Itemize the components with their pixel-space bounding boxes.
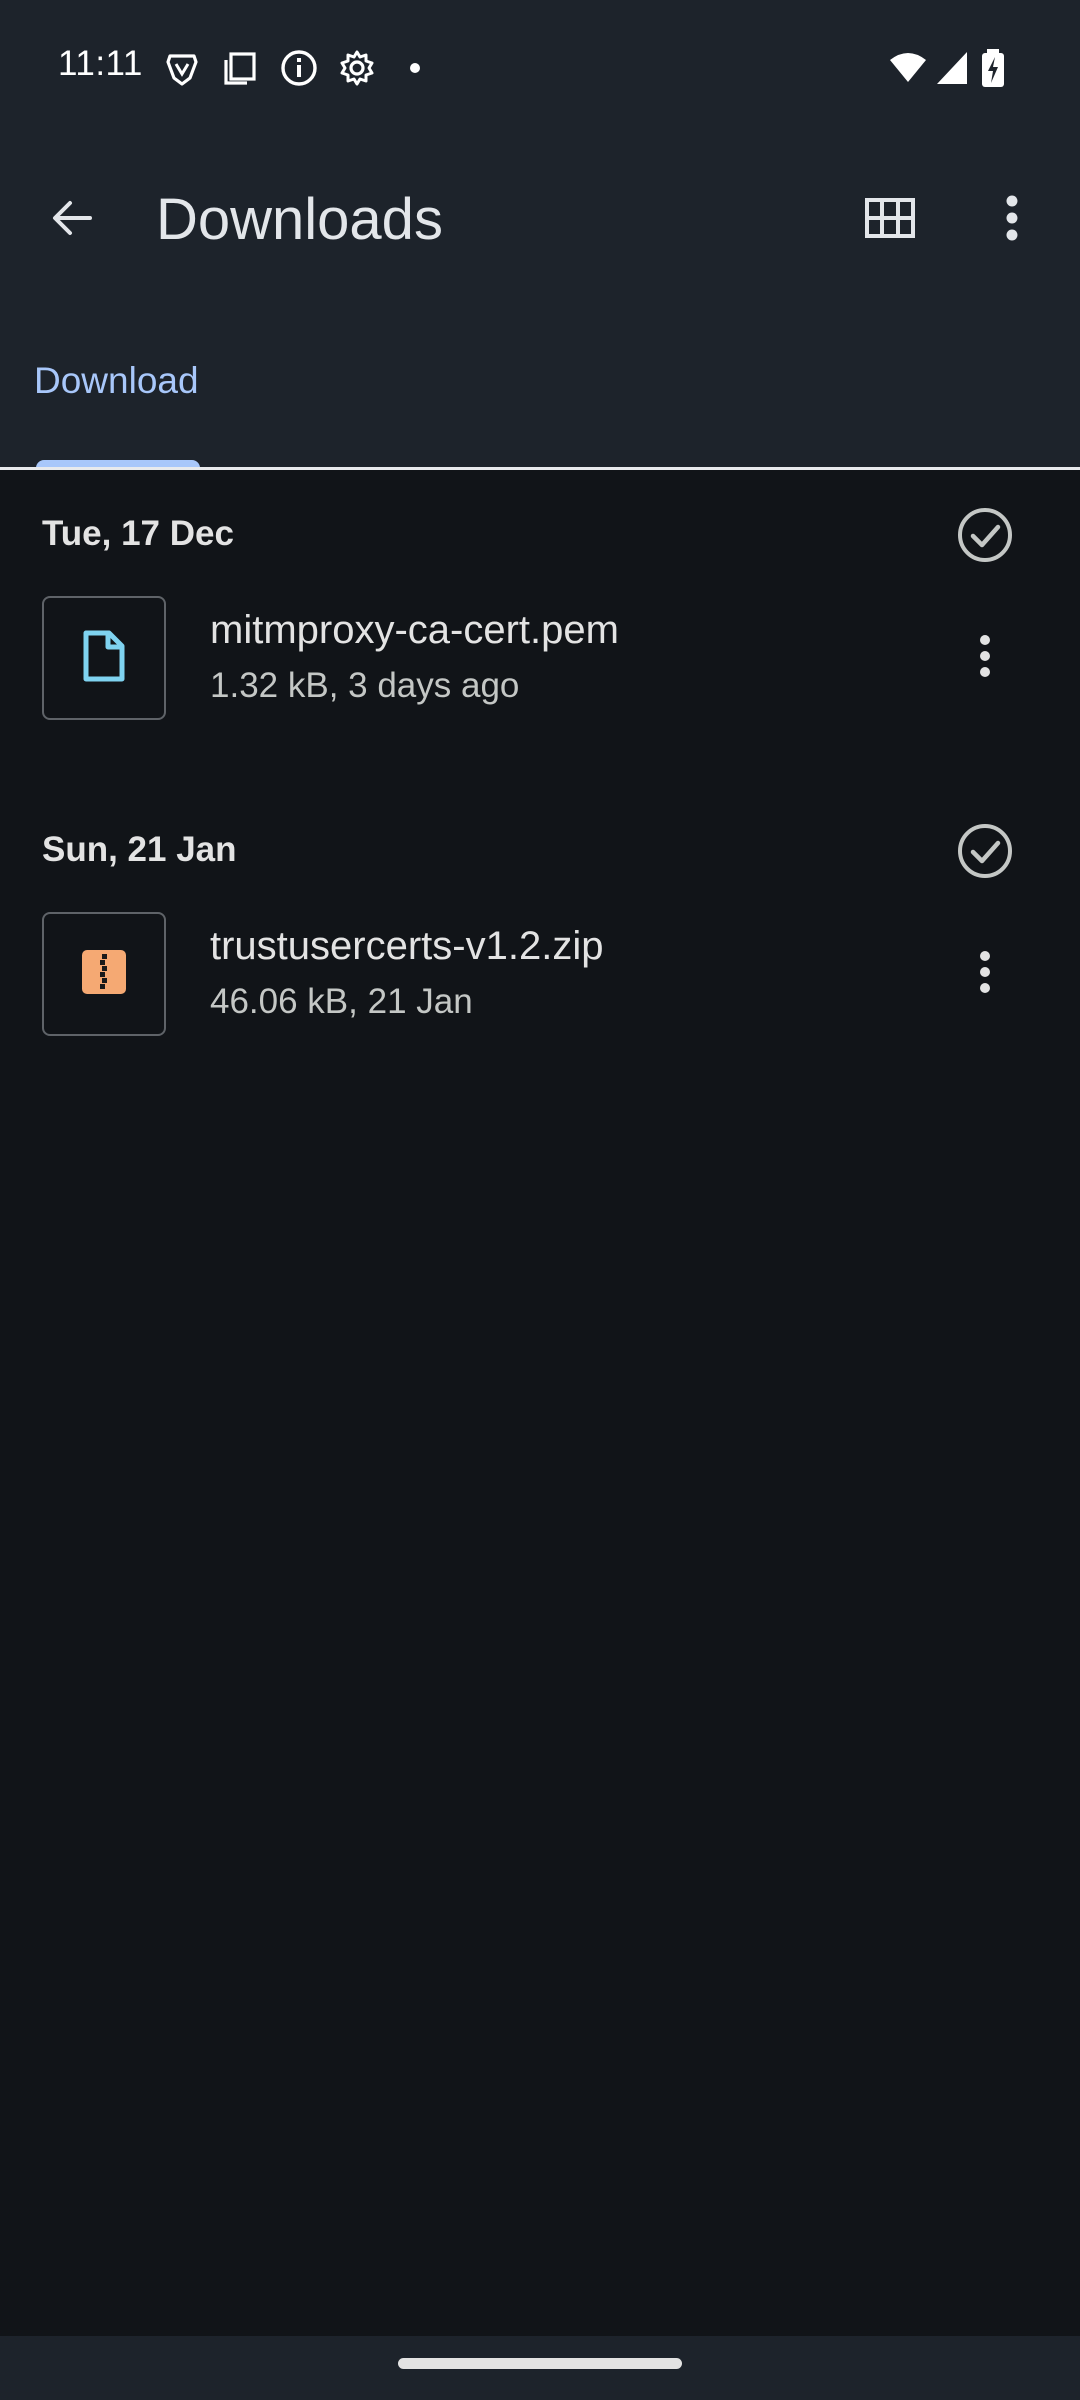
- file-thumbnail: [42, 596, 166, 720]
- brave-icon: [162, 48, 202, 88]
- grid-view-icon: [865, 197, 915, 243]
- status-bar: 11:11: [0, 0, 1080, 136]
- select-all-check-icon[interactable]: [956, 506, 1014, 564]
- section-header: Sun, 21 Jan: [0, 786, 1080, 912]
- file-meta: 46.06 kB, 21 Jan: [210, 982, 473, 1021]
- tab-download[interactable]: Download: [0, 330, 240, 468]
- file-name: trustusercerts-v1.2.zip: [210, 924, 604, 968]
- section-header: Tue, 17 Dec: [0, 470, 1080, 596]
- screen-cast-icon: [220, 48, 260, 88]
- info-icon: [279, 48, 319, 88]
- tab-label: Download: [34, 360, 199, 401]
- battery-charging-icon: [980, 48, 1006, 88]
- section-date: Tue, 17 Dec: [42, 514, 234, 553]
- back-button[interactable]: [34, 182, 110, 258]
- more-options-button[interactable]: [972, 180, 1052, 260]
- grid-view-button[interactable]: [850, 180, 930, 260]
- top-app-area: 11:11 Downloads Download: [0, 0, 1080, 468]
- navigation-bar: [0, 2336, 1080, 2400]
- more-vert-icon: [979, 950, 991, 999]
- select-all-check-icon[interactable]: [956, 822, 1014, 880]
- downloads-screen: 11:11 Downloads Download Tue, 17 Dec mit…: [0, 0, 1080, 2400]
- list-item[interactable]: mitmproxy-ca-cert.pem 1.32 kB, 3 days ag…: [0, 596, 1080, 786]
- list-item[interactable]: trustusercerts-v1.2.zip 46.06 kB, 21 Jan: [0, 912, 1080, 1102]
- file-thumbnail: [42, 912, 166, 1036]
- file-more-button[interactable]: [956, 628, 1014, 688]
- section-date: Sun, 21 Jan: [42, 830, 237, 869]
- app-bar: Downloads: [0, 160, 1080, 280]
- file-name: mitmproxy-ca-cert.pem: [210, 608, 619, 652]
- zip-archive-icon: [80, 948, 128, 1001]
- status-time: 11:11: [58, 44, 143, 83]
- arrow-back-icon: [48, 194, 96, 247]
- cellular-signal-icon: [934, 48, 970, 88]
- tab-row: Download: [0, 330, 1080, 468]
- page-title: Downloads: [156, 187, 443, 252]
- gesture-handle[interactable]: [398, 2358, 682, 2369]
- downloads-list: Tue, 17 Dec mitmproxy-ca-cert.pem 1.32 k…: [0, 470, 1080, 1102]
- file-meta: 1.32 kB, 3 days ago: [210, 666, 520, 705]
- more-vert-icon: [979, 634, 991, 683]
- notification-dot-icon: [395, 48, 435, 88]
- settings-icon: [337, 48, 377, 88]
- more-vert-icon: [1005, 195, 1019, 246]
- wifi-icon: [888, 48, 928, 88]
- document-file-icon: [82, 629, 126, 688]
- file-more-button[interactable]: [956, 944, 1014, 1004]
